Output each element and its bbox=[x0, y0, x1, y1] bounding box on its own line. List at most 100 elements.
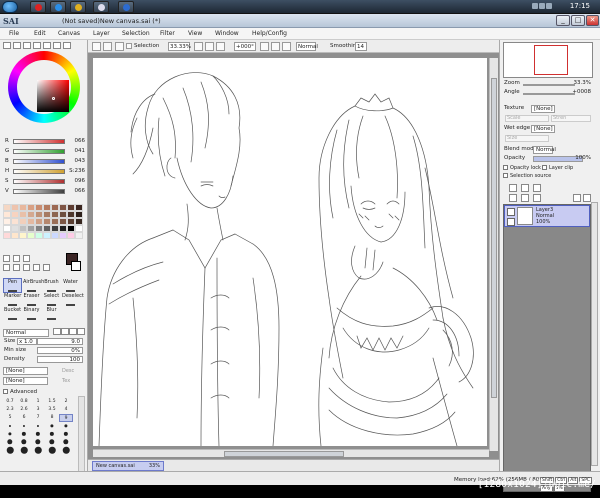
color-swatch[interactable] bbox=[35, 218, 43, 225]
tool-water[interactable]: Water bbox=[61, 278, 80, 293]
brush-shape-flat-icon[interactable] bbox=[69, 328, 77, 335]
color-slider-track[interactable] bbox=[13, 179, 65, 184]
color-slider-track[interactable] bbox=[13, 169, 65, 174]
brush-texture-dropdown-2[interactable]: [None] bbox=[3, 377, 48, 385]
color-swatch[interactable] bbox=[51, 218, 59, 225]
size-preset[interactable] bbox=[59, 438, 73, 446]
tool-marker[interactable]: Marker bbox=[3, 292, 22, 307]
color-swatch[interactable] bbox=[59, 225, 67, 232]
size-preset[interactable]: 2.3 bbox=[3, 406, 17, 414]
color-slider-track[interactable] bbox=[13, 159, 65, 164]
color-swatch[interactable] bbox=[43, 218, 51, 225]
angle-field[interactable]: +000° bbox=[234, 42, 256, 51]
navigator-view-frame[interactable] bbox=[534, 45, 568, 75]
scratchpad-tab[interactable] bbox=[43, 42, 51, 49]
opacity-lock-checkbox[interactable] bbox=[503, 165, 508, 170]
size-preset[interactable]: 1 bbox=[31, 398, 45, 406]
size-preset[interactable] bbox=[31, 446, 45, 454]
menu-window[interactable]: Window bbox=[215, 30, 239, 37]
maximize-button[interactable]: □ bbox=[571, 15, 585, 26]
size-preset[interactable] bbox=[45, 438, 59, 446]
tool-blur[interactable]: Blur bbox=[42, 306, 61, 321]
color-swatch[interactable] bbox=[51, 232, 59, 239]
color-slider-track[interactable] bbox=[13, 139, 65, 144]
color-wheel[interactable] bbox=[8, 51, 80, 123]
color-swatch[interactable] bbox=[27, 218, 35, 225]
canvas-vertical-scrollbar[interactable] bbox=[489, 58, 498, 451]
opera-taskbar-icon[interactable] bbox=[30, 1, 46, 13]
blend-dropdown[interactable]: Normal bbox=[296, 42, 318, 51]
horizontal-scroll-thumb[interactable] bbox=[224, 451, 344, 457]
navigator-zoom-slider[interactable] bbox=[523, 84, 575, 86]
layer-item[interactable]: Layer3 Normal 100% bbox=[504, 205, 590, 227]
color-swatch[interactable] bbox=[51, 225, 59, 232]
color-swatch[interactable] bbox=[43, 204, 51, 211]
menu-file[interactable]: File bbox=[9, 30, 19, 37]
size-preset[interactable] bbox=[3, 438, 17, 446]
brush-texture-dropdown-1[interactable]: [None] bbox=[3, 367, 48, 375]
zoom-field[interactable]: 33.33% bbox=[168, 42, 191, 51]
color-slider-track[interactable] bbox=[13, 189, 65, 194]
size-preset[interactable]: 3.5 bbox=[45, 406, 59, 414]
size-preset[interactable]: 5 bbox=[3, 414, 17, 422]
tool-eraser[interactable]: Eraser bbox=[22, 292, 41, 307]
selection-checkbox[interactable] bbox=[126, 43, 132, 49]
hand-icon[interactable] bbox=[33, 264, 40, 271]
new-layer-icon[interactable] bbox=[509, 184, 517, 192]
size-preset[interactable]: 6 bbox=[17, 414, 31, 422]
zoom-in-icon[interactable] bbox=[205, 42, 214, 51]
color-swatch[interactable] bbox=[75, 211, 83, 218]
density-value[interactable]: 100 bbox=[37, 356, 83, 363]
layer-merge-icon[interactable] bbox=[521, 194, 529, 202]
layer-clip-option[interactable]: Layer clip bbox=[542, 165, 573, 171]
magic-wand-icon[interactable] bbox=[23, 255, 30, 262]
vertical-scroll-thumb[interactable] bbox=[491, 78, 497, 398]
color-swatch[interactable] bbox=[59, 211, 67, 218]
tool-airbrush[interactable]: AirBrush bbox=[22, 278, 44, 293]
new-folder-icon[interactable] bbox=[533, 184, 541, 192]
zoom-reset-icon[interactable] bbox=[216, 42, 225, 51]
size-preset[interactable] bbox=[31, 430, 45, 438]
eyedropper-icon[interactable] bbox=[43, 264, 50, 271]
size-preset[interactable] bbox=[59, 430, 73, 438]
sai-taskbar-icon[interactable] bbox=[93, 1, 109, 13]
close-button[interactable]: ✕ bbox=[586, 15, 599, 26]
layer-delete-icon[interactable] bbox=[573, 194, 581, 202]
navigator-angle-slider[interactable] bbox=[523, 93, 575, 95]
tool-select[interactable]: Select bbox=[42, 292, 61, 307]
wet-edge-size-field[interactable]: Size bbox=[505, 135, 549, 142]
menu-layer[interactable]: Layer bbox=[93, 30, 110, 37]
menu-edit[interactable]: Edit bbox=[34, 30, 46, 37]
size-preset[interactable] bbox=[17, 430, 31, 438]
color-swatch[interactable] bbox=[59, 232, 67, 239]
color-swatch[interactable] bbox=[59, 204, 67, 211]
color-swatch[interactable] bbox=[67, 211, 75, 218]
zoom-icon[interactable] bbox=[13, 264, 20, 271]
color-swatch[interactable] bbox=[11, 204, 19, 211]
menu-filter[interactable]: Filter bbox=[160, 30, 175, 37]
deselect-icon[interactable] bbox=[115, 42, 124, 51]
min-size-value[interactable]: 0% bbox=[37, 347, 83, 354]
color-swatch[interactable] bbox=[67, 225, 75, 232]
redo-icon[interactable] bbox=[103, 42, 112, 51]
size-preset[interactable]: 4 bbox=[59, 406, 73, 414]
color-swatch[interactable] bbox=[27, 204, 35, 211]
size-preset[interactable] bbox=[3, 446, 17, 454]
size-preset[interactable]: 2.6 bbox=[17, 406, 31, 414]
color-swatch[interactable] bbox=[75, 204, 83, 211]
color-swatch[interactable] bbox=[3, 225, 11, 232]
color-swatch[interactable] bbox=[43, 225, 51, 232]
selection-source-checkbox[interactable] bbox=[503, 173, 508, 178]
color-swatch[interactable] bbox=[19, 232, 27, 239]
lock-icon[interactable] bbox=[507, 218, 515, 226]
tool-brush[interactable]: Brush bbox=[42, 278, 61, 293]
chrome-taskbar-icon[interactable] bbox=[70, 1, 86, 13]
texture-dropdown[interactable]: [None] bbox=[531, 105, 555, 113]
menu-view[interactable]: View bbox=[188, 30, 202, 37]
color-swatch[interactable] bbox=[75, 218, 83, 225]
advanced-checkbox[interactable] bbox=[3, 389, 8, 394]
blend-mode-dropdown[interactable]: Normal bbox=[533, 146, 556, 154]
color-swatch[interactable] bbox=[67, 218, 75, 225]
color-swatch[interactable] bbox=[35, 225, 43, 232]
firefox-taskbar-icon[interactable] bbox=[118, 1, 134, 13]
